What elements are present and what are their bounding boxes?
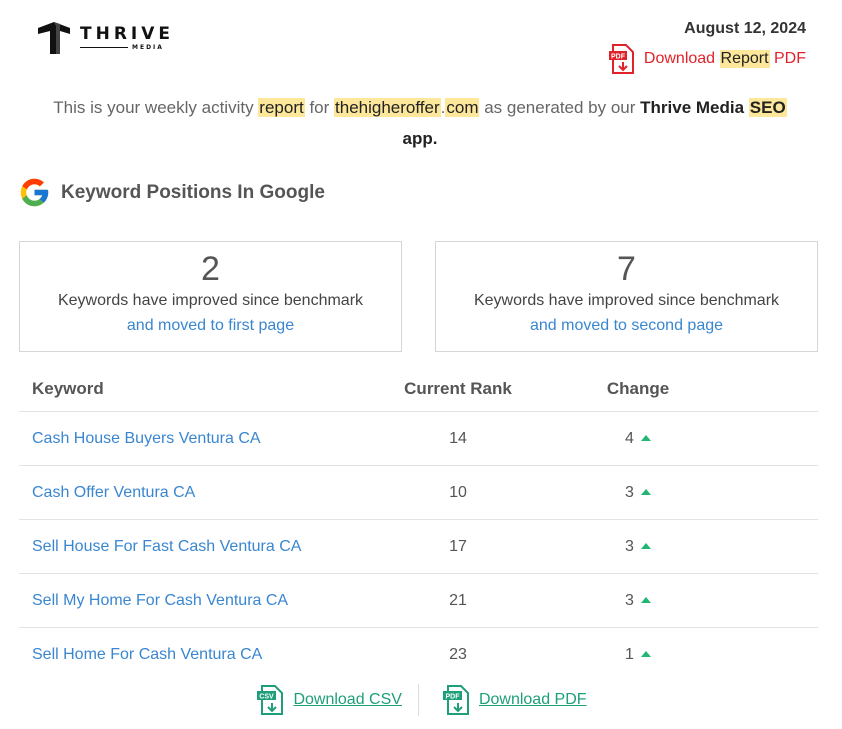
download-csv-label: Download CSV — [293, 691, 402, 708]
report-date: August 12, 2024 — [684, 20, 806, 37]
download-report-pdf-link[interactable]: PDF Download Report PDF — [608, 44, 806, 74]
thrive-logo-icon — [38, 22, 70, 54]
column-header-keyword: Keyword — [32, 378, 104, 398]
download-pdf-label: Download PDF — [478, 691, 587, 708]
keyword-link[interactable]: Sell My Home For Cash Ventura CA — [32, 592, 288, 609]
download-footer: CSV Download CSV PDF Download PDF — [0, 684, 842, 716]
change-value: 4 — [625, 429, 634, 447]
change-value: 1 — [625, 646, 634, 663]
rank-value: 10 — [449, 483, 467, 501]
keyword-link[interactable]: Sell House For Fast Cash Ventura CA — [32, 538, 301, 555]
arrow-up-icon — [640, 596, 651, 603]
section-heading: Keyword Positions In Google — [18, 176, 325, 209]
arrow-up-icon — [640, 542, 651, 549]
download-report-prefix: Download — [643, 50, 720, 67]
section-title: Keyword Positions In Google — [61, 181, 325, 203]
first-page-summary-card: 2 Keywords have improved since benchmark… — [19, 241, 402, 352]
svg-text:PDF: PDF — [611, 54, 626, 61]
rank-value: 14 — [449, 429, 467, 447]
download-pdf-link[interactable]: PDF Download PDF — [441, 684, 587, 716]
footer-divider — [417, 684, 419, 716]
brand-sub: MEDIA — [132, 44, 164, 51]
download-csv-link[interactable]: CSV Download CSV — [255, 684, 402, 716]
download-report-highlight: Report — [719, 50, 770, 68]
card-subtext: and moved to first page — [126, 317, 295, 334]
table-row: Cash House Buyers Ventura CA 14 4 — [19, 412, 818, 466]
brand-logo: THRIVE MEDIA — [36, 20, 174, 56]
change-value: 3 — [625, 591, 634, 609]
rank-value: 21 — [449, 591, 467, 609]
rank-value: 17 — [449, 537, 467, 555]
arrow-up-icon — [640, 488, 651, 495]
keyword-link[interactable]: Cash House Buyers Ventura CA — [32, 430, 261, 447]
table-row: Sell Home For Cash Ventura CA 23 1 — [19, 628, 818, 682]
keyword-table: Keyword Current Rank Change Cash House B… — [19, 366, 818, 682]
table-row: Sell House For Fast Cash Ventura CA 17 3 — [19, 520, 818, 574]
arrow-up-icon — [640, 651, 651, 657]
intro-text: This is your weekly activity report for … — [53, 98, 787, 148]
svg-text:CSV: CSV — [260, 694, 275, 701]
change-value: 3 — [625, 537, 634, 555]
column-header-rank: Current Rank — [404, 378, 512, 398]
change-value: 3 — [625, 483, 634, 501]
arrow-up-icon — [640, 434, 651, 441]
pdf-file-icon: PDF — [608, 44, 634, 74]
column-header-change: Change — [606, 378, 670, 398]
brand-divider — [80, 47, 128, 48]
svg-text:PDF: PDF — [445, 694, 460, 701]
rank-value: 23 — [449, 646, 467, 663]
google-g-icon — [20, 178, 49, 207]
site-domain: thehigheroffer — [334, 98, 441, 117]
card-count: 2 — [201, 250, 220, 288]
table-header-row: Keyword Current Rank Change — [19, 366, 818, 412]
brand-name: THRIVE — [80, 24, 175, 44]
second-page-summary-card: 7 Keywords have improved since benchmark… — [435, 241, 818, 352]
card-subtext: and moved to second page — [529, 317, 724, 334]
table-row: Sell My Home For Cash Ventura CA 21 3 — [19, 574, 818, 628]
pdf-file-icon: PDF — [442, 685, 469, 715]
csv-file-icon: CSV — [257, 685, 284, 715]
keyword-link[interactable]: Cash Offer Ventura CA — [32, 484, 195, 501]
table-row: Cash Offer Ventura CA 10 3 — [19, 466, 818, 520]
download-report-suffix: PDF — [769, 50, 806, 67]
card-text: Keywords have improved since benchmark — [57, 292, 364, 309]
keyword-link[interactable]: Sell Home For Cash Ventura CA — [32, 646, 262, 663]
card-count: 7 — [617, 250, 636, 288]
card-text: Keywords have improved since benchmark — [473, 292, 780, 309]
